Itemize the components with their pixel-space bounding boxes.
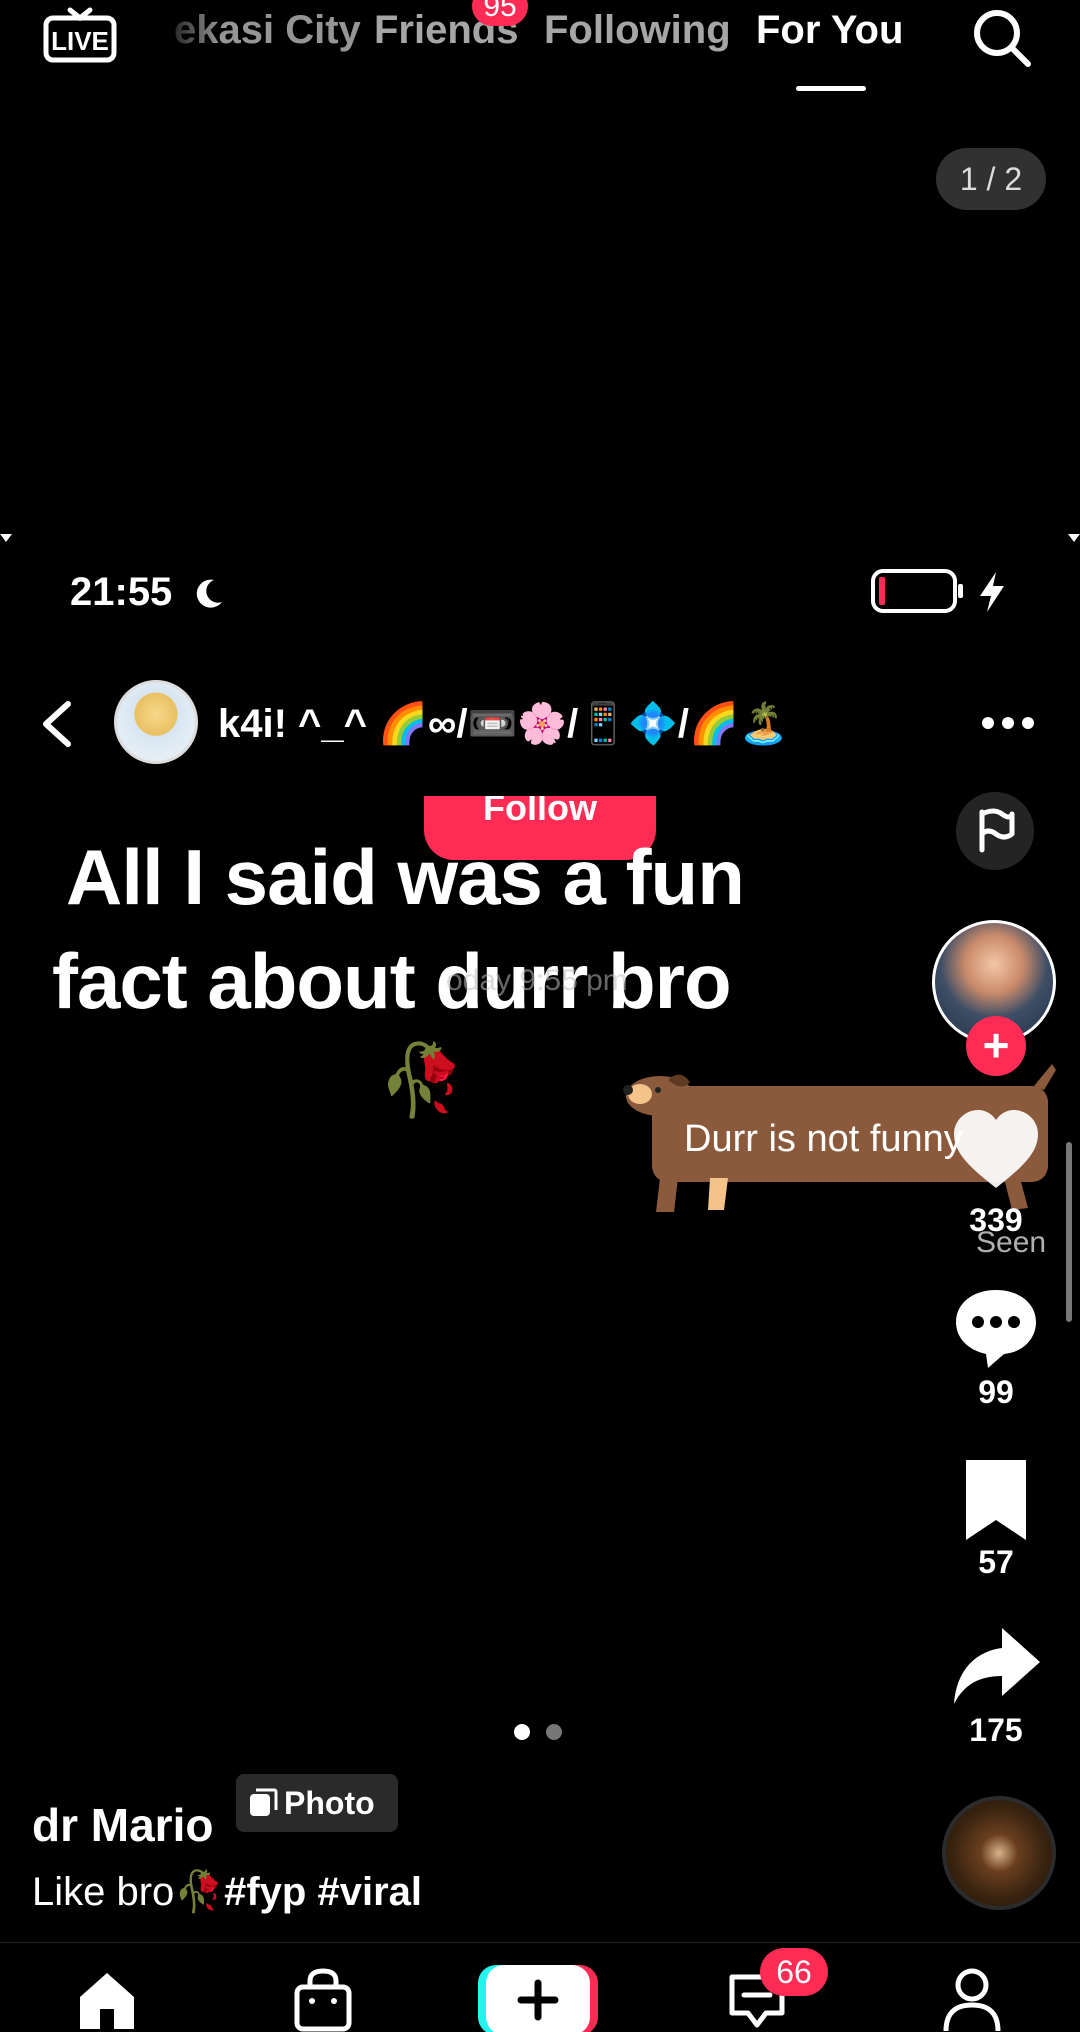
post-caption: Like bro🥀#fyp #viral <box>32 1868 422 1915</box>
follow-label: Follow <box>483 796 597 828</box>
shop-bag-icon[interactable] <box>292 1967 354 2032</box>
message-timestamp: oday 9:55 pm <box>446 964 628 997</box>
friends-notification-badge: 95 <box>472 0 528 26</box>
carousel-dot <box>546 1724 562 1740</box>
music-disc[interactable] <box>942 1796 1056 1910</box>
carousel-dots <box>514 1724 578 1745</box>
corner-marker-right <box>1068 534 1080 542</box>
charging-bolt-icon <box>980 572 1004 612</box>
create-plus-icon[interactable] <box>478 1963 598 2032</box>
live-tv-icon[interactable]: LIVE <box>42 4 118 64</box>
author-name[interactable]: dr Mario <box>32 1798 213 1852</box>
status-time: 21:55 <box>70 570 173 614</box>
save-count: 57 <box>978 1544 1014 1580</box>
photo-counter: 1 / 2 <box>936 148 1046 210</box>
photo-stack-icon <box>250 1788 278 1816</box>
carousel-dot-active <box>514 1724 530 1740</box>
seen-label: Seen <box>976 1226 1047 1259</box>
top-nav: LIVE ekasi City Friends 95 Following For… <box>0 0 1080 100</box>
share-arrow-icon[interactable] <box>948 1620 1044 1716</box>
comment-icon[interactable] <box>948 1280 1044 1376</box>
photo-badge-label: Photo <box>284 1785 375 1821</box>
chat-avatar <box>114 680 198 764</box>
report-flag-button[interactable] <box>956 792 1034 870</box>
search-icon[interactable] <box>970 6 1034 70</box>
home-icon[interactable] <box>74 1967 140 2032</box>
battery-icon <box>871 569 963 613</box>
bookmark-icon[interactable] <box>948 1452 1044 1548</box>
bottom-tab-bar <box>0 1942 1080 2032</box>
share-count: 175 <box>969 1712 1023 1748</box>
photo-type-badge: Photo <box>236 1774 398 1832</box>
caption-line-2: fact about durr bro <box>52 937 732 1025</box>
scrollbar[interactable] <box>1066 1142 1072 1322</box>
back-chevron-icon <box>43 701 71 747</box>
comment-count: 99 <box>978 1374 1014 1410</box>
caption-line-1: All I said was a fun <box>66 833 745 921</box>
tab-for-you[interactable]: For You <box>756 8 903 53</box>
inbox-notification-badge: 66 <box>760 1948 828 1996</box>
active-tab-indicator <box>796 86 866 91</box>
profile-icon[interactable] <box>942 1967 1002 2032</box>
heart-icon[interactable] <box>948 1104 1044 1200</box>
sticker-text: Durr is not funny <box>684 1118 963 1160</box>
moon-icon <box>196 579 222 608</box>
corner-marker-left <box>0 534 12 542</box>
chat-username: k4i! ^_^ 🌈∞/📼🌸/📱💠/🌈🏝️ <box>218 702 789 746</box>
follow-creator-button[interactable]: + <box>966 1016 1026 1076</box>
caption-hashtags[interactable]: #fyp #viral <box>224 1870 422 1914</box>
wilted-rose-emoji: 🥀 <box>378 1041 466 1119</box>
tab-fade-overlay <box>150 0 220 70</box>
caption-text: Like bro🥀 <box>32 1870 225 1914</box>
more-options-icon <box>982 717 1034 729</box>
svg-text:LIVE: LIVE <box>51 26 109 56</box>
flag-icon <box>979 808 1015 853</box>
tab-following[interactable]: Following <box>544 8 731 53</box>
